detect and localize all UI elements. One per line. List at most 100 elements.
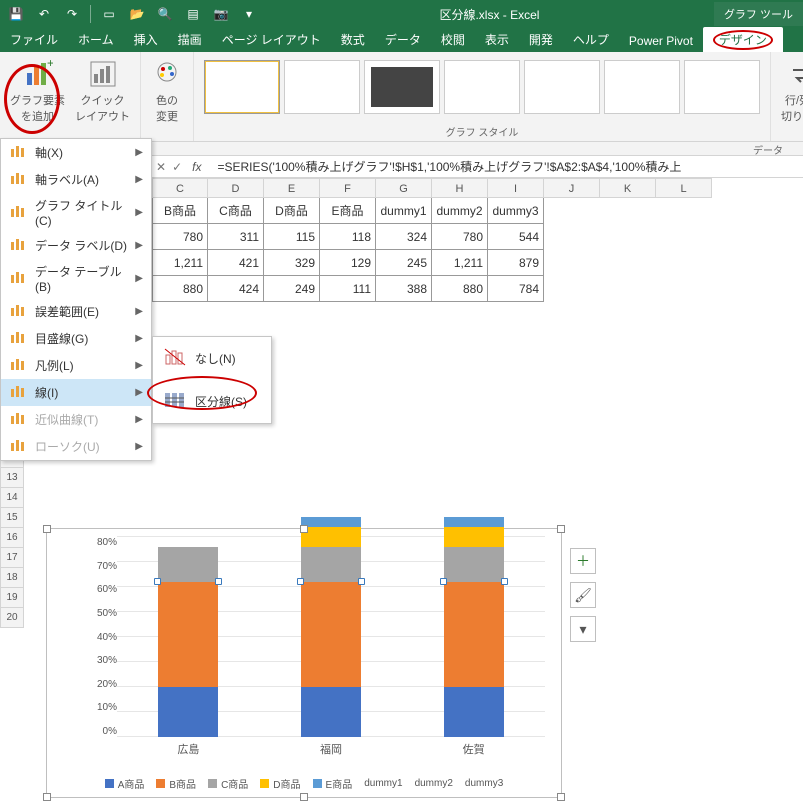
legend-item[interactable]: D商品: [260, 776, 300, 791]
column-header[interactable]: F: [320, 178, 376, 198]
add-element-menu[interactable]: 軸(X)▶軸ラベル(A)▶グラフ タイトル(C)▶データ ラベル(D)▶データ …: [0, 138, 152, 461]
tab-powerpivot[interactable]: Power Pivot: [619, 30, 703, 52]
style-thumb-5[interactable]: [524, 60, 600, 114]
bar-segment[interactable]: [444, 547, 504, 582]
row-header[interactable]: 15: [0, 508, 24, 528]
tab-help[interactable]: ヘルプ: [563, 27, 619, 52]
row-header[interactable]: 17: [0, 548, 24, 568]
table-cell[interactable]: 544: [488, 224, 544, 250]
column-header[interactable]: G: [376, 178, 432, 198]
selection-handle[interactable]: [358, 578, 365, 585]
column-header[interactable]: I: [488, 178, 544, 198]
tab-developer[interactable]: 開発: [519, 27, 563, 52]
table-header-cell[interactable]: E商品: [320, 198, 376, 224]
style-thumb-3[interactable]: [364, 60, 440, 114]
row-header[interactable]: 13: [0, 468, 24, 488]
legend-item[interactable]: C商品: [208, 776, 248, 791]
legend-item[interactable]: B商品: [156, 776, 196, 791]
menu-item-lines[interactable]: 線(I)▶: [1, 379, 151, 406]
table-cell[interactable]: 245: [376, 250, 432, 276]
chart-filter-funnel-icon[interactable]: ▾: [570, 616, 596, 642]
formula-input[interactable]: =SERIES('100%積み上げグラフ'!$H$1,'100%積み上げグラフ'…: [211, 158, 803, 175]
row-header[interactable]: 19: [0, 588, 24, 608]
add-chart-element-button[interactable]: + グラフ要素 を追加: [6, 56, 69, 126]
resize-handle[interactable]: [43, 525, 51, 533]
menu-item-title[interactable]: グラフ タイトル(C)▶: [1, 193, 151, 232]
bar-stack[interactable]: [444, 517, 504, 737]
tab-pagelayout[interactable]: ページ レイアウト: [212, 27, 331, 52]
bar-segment[interactable]: [158, 687, 218, 737]
menu-item-axis[interactable]: 軸(X)▶: [1, 139, 151, 166]
table-header-cell[interactable]: dummy3: [488, 198, 544, 224]
legend[interactable]: A商品B商品C商品D商品E商品dummy1dummy2dummy3: [47, 776, 561, 791]
redo-icon[interactable]: ↷: [62, 4, 82, 24]
bar-stack[interactable]: [301, 517, 361, 737]
switch-row-column-button[interactable]: 行/列の 切り替え: [777, 56, 803, 126]
style-thumb-2[interactable]: [284, 60, 360, 114]
resize-handle[interactable]: [300, 793, 308, 801]
fx-icon[interactable]: fx: [188, 160, 205, 174]
bar-segment[interactable]: [301, 527, 361, 547]
row-header[interactable]: 20: [0, 608, 24, 628]
selection-handle[interactable]: [440, 578, 447, 585]
bar-segment[interactable]: [158, 547, 218, 582]
table-cell[interactable]: 424: [208, 276, 264, 302]
table-cell[interactable]: 780: [432, 224, 488, 250]
column-header[interactable]: J: [544, 178, 600, 198]
tab-home[interactable]: ホーム: [68, 27, 124, 52]
table-cell[interactable]: 324: [376, 224, 432, 250]
column-header[interactable]: L: [656, 178, 712, 198]
chart-styles-brush-icon[interactable]: 🖌: [570, 582, 596, 608]
dropdown-icon[interactable]: ▾: [239, 4, 259, 24]
bar-segment[interactable]: [444, 527, 504, 547]
legend-item[interactable]: dummy1: [364, 776, 402, 791]
menu-item-data-table[interactable]: データ テーブル(B)▶: [1, 259, 151, 298]
table-header-cell[interactable]: dummy1: [376, 198, 432, 224]
table-cell[interactable]: 388: [376, 276, 432, 302]
submenu-none[interactable]: なし(N): [153, 337, 271, 380]
open-icon[interactable]: 📂: [127, 4, 147, 24]
bar-segment[interactable]: [158, 582, 218, 687]
tab-file[interactable]: ファイル: [0, 27, 68, 52]
legend-item[interactable]: A商品: [105, 776, 145, 791]
bar-stack[interactable]: [158, 547, 218, 737]
menu-item-axis-label[interactable]: 軸ラベル(A)▶: [1, 166, 151, 193]
table-cell[interactable]: 111: [320, 276, 376, 302]
preview-icon[interactable]: 🔍: [155, 4, 175, 24]
resize-handle[interactable]: [557, 525, 565, 533]
tab-draw[interactable]: 描画: [168, 27, 212, 52]
column-header[interactable]: E: [264, 178, 320, 198]
tab-formulas[interactable]: 数式: [331, 27, 375, 52]
bar-segment[interactable]: [301, 517, 361, 527]
column-header[interactable]: K: [600, 178, 656, 198]
legend-item[interactable]: E商品: [313, 776, 353, 791]
table-header-cell[interactable]: C商品: [208, 198, 264, 224]
chart[interactable]: 0%10%20%30%40%50%60%70%80% 広島福岡佐賀 A商品B商品…: [46, 528, 562, 798]
table-cell[interactable]: 249: [264, 276, 320, 302]
table-cell[interactable]: 421: [208, 250, 264, 276]
table-cell[interactable]: 311: [208, 224, 264, 250]
change-colors-button[interactable]: 色の 変更: [147, 56, 187, 126]
table-cell[interactable]: 118: [320, 224, 376, 250]
cancel-icon[interactable]: ✕: [156, 160, 166, 174]
style-thumb-6[interactable]: [604, 60, 680, 114]
table-cell[interactable]: 115: [264, 224, 320, 250]
table-cell[interactable]: 129: [320, 250, 376, 276]
bar-segment[interactable]: [301, 547, 361, 582]
plot-area[interactable]: [117, 537, 545, 737]
bar-segment[interactable]: [444, 517, 504, 527]
table-cell[interactable]: 329: [264, 250, 320, 276]
bar-segment[interactable]: [301, 687, 361, 737]
tab-design[interactable]: デザイン: [703, 27, 783, 52]
menu-item-error-bar[interactable]: 誤差範囲(E)▶: [1, 298, 151, 325]
table-cell[interactable]: 879: [488, 250, 544, 276]
style-thumb-4[interactable]: [444, 60, 520, 114]
selection-handle[interactable]: [501, 578, 508, 585]
table-cell[interactable]: 1,211: [152, 250, 208, 276]
table-cell[interactable]: 1,211: [432, 250, 488, 276]
table-cell[interactable]: 784: [488, 276, 544, 302]
chart-elements-plus-icon[interactable]: ＋: [570, 548, 596, 574]
lines-submenu[interactable]: なし(N) 区分線(S): [152, 336, 272, 424]
resize-handle[interactable]: [557, 793, 565, 801]
new-icon[interactable]: ▭: [99, 4, 119, 24]
